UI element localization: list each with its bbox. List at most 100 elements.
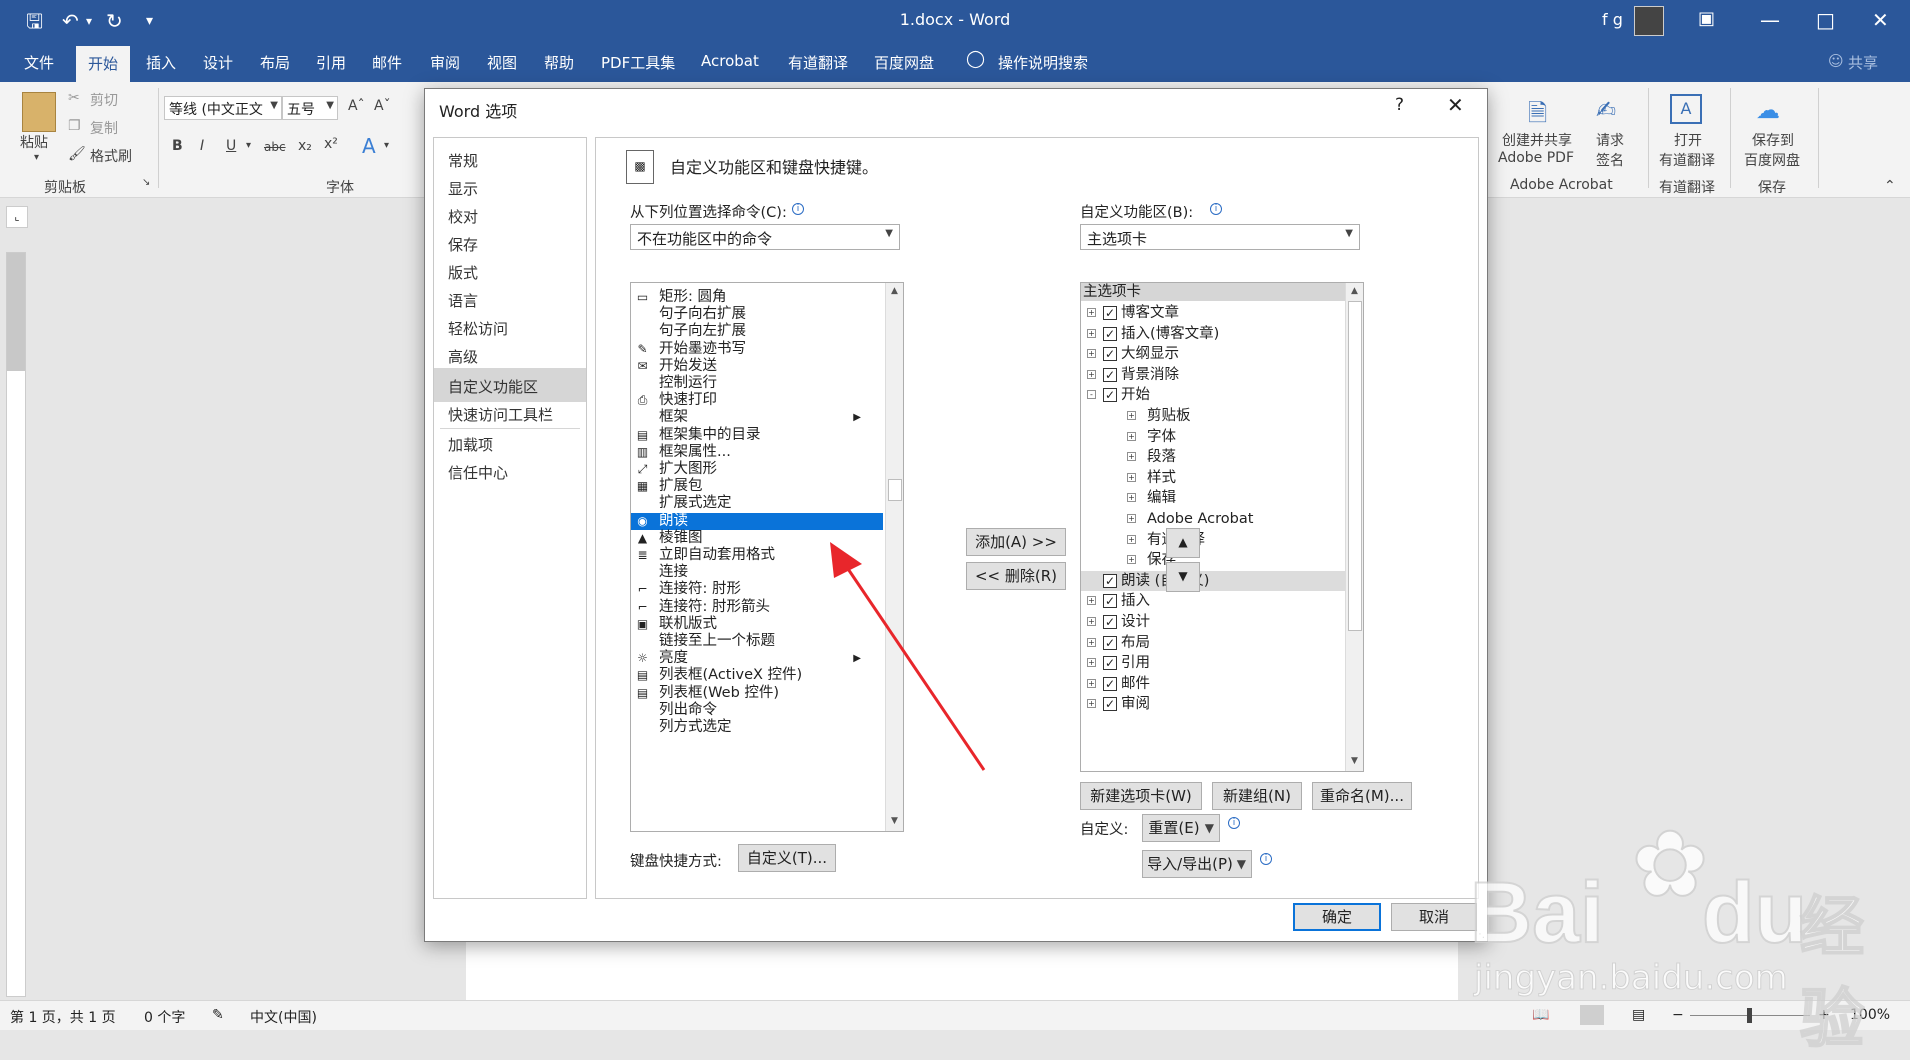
page-count[interactable]: 第 1 页，共 1 页 [10,1007,116,1027]
scroll-thumb[interactable] [1348,301,1362,631]
info-icon[interactable]: i [792,203,804,215]
import-export-dropdown[interactable]: 导入/导出(P) ▼ [1142,850,1252,878]
nav-item[interactable]: 高级 [434,338,586,372]
avatar[interactable] [1634,6,1664,36]
expand-icon[interactable]: + [1087,658,1096,668]
paste-label[interactable]: 粘贴 [20,132,48,152]
expand-icon[interactable]: + [1127,514,1136,523]
text-effects-dropdown-icon[interactable]: ▾ [384,140,389,151]
tree-item[interactable]: + ✓ 布局 [1081,633,1345,653]
format-painter-button[interactable]: 格式刷 [90,146,132,166]
tab-checkbox[interactable]: ✓ [1103,306,1117,320]
clipboard-launcher-icon[interactable]: ↘ [142,177,150,188]
dialog-close-icon[interactable]: ✕ [1447,93,1464,117]
cut-icon[interactable]: ✂ [68,90,80,106]
command-item[interactable]: 扩展式选定 [631,495,883,512]
grow-font-icon[interactable]: Aˆ [348,98,365,114]
expand-icon[interactable]: + [1087,699,1096,709]
expand-icon[interactable]: + [1087,678,1096,688]
cut-button[interactable]: 剪切 [90,90,118,110]
tab-checkbox[interactable]: ✓ [1103,697,1117,712]
tab-file[interactable]: 文件 [24,52,54,73]
underline-dropdown-icon[interactable]: ▾ [246,140,251,151]
subscript-icon[interactable]: x₂ [298,138,312,154]
tab-view[interactable]: 视图 [487,52,517,73]
proofing-icon[interactable]: ✎ [212,1007,224,1023]
rename-button[interactable]: 重命名(M)... [1312,782,1412,810]
ribbon-display-icon[interactable]: ▣ [1698,8,1715,29]
request-sign-icon[interactable]: ✍ [1596,96,1616,124]
tree-item[interactable]: + ✓ 邮件 [1081,674,1345,694]
expand-icon[interactable]: + [1127,555,1136,565]
tree-item[interactable]: + 样式 [1081,468,1345,488]
info-icon[interactable]: i [1210,203,1222,215]
baidu-pan-icon[interactable]: ☁ [1756,96,1780,124]
tree-item[interactable]: + ✓ 插入(博客文章) [1081,324,1345,344]
user-name[interactable]: f g [1602,10,1623,29]
tab-references[interactable]: 引用 [316,52,346,73]
format-painter-icon[interactable]: 🖌 [68,146,86,162]
zoom-slider-thumb[interactable] [1747,1008,1752,1023]
tree-item[interactable]: + ✓ 背景消除 [1081,365,1345,385]
word-count[interactable]: 0 个字 [144,1007,185,1027]
paste-icon[interactable] [22,92,56,132]
tab-baidu-pan[interactable]: 百度网盘 [874,52,934,73]
expand-icon[interactable]: + [1087,637,1096,647]
ok-button[interactable]: 确定 [1293,903,1381,931]
tab-checkbox[interactable]: ✓ [1103,676,1117,691]
request-sign-label-1[interactable]: 请求 [1596,130,1624,150]
expand-icon[interactable]: + [1127,452,1136,462]
command-item[interactable]: 控制运行 [631,375,883,392]
nav-item[interactable]: 快速访问工具栏 [434,396,586,430]
tell-me-search[interactable]: 操作说明搜索 [998,52,1088,73]
share-button[interactable]: 共享 [1848,52,1878,73]
info-icon[interactable]: i [1228,817,1240,829]
expand-icon[interactable]: + [1127,411,1136,420]
close-icon[interactable]: ✕ [1872,8,1889,32]
tab-checkbox[interactable]: ✓ [1103,388,1117,403]
nav-item[interactable]: 信任中心 [434,454,586,488]
tree-item[interactable]: + Adobe Acrobat [1081,509,1345,529]
reset-dropdown[interactable]: 重置(E) ▼ [1142,814,1220,842]
command-item[interactable]: ▤ 框架集中的目录 [631,427,883,444]
command-item[interactable]: ▥ 框架属性... [631,444,883,461]
tree-item[interactable]: + 段落 [1081,447,1345,467]
help-icon[interactable]: ? [1395,95,1404,115]
copy-button[interactable]: 复制 [90,118,118,138]
tab-layout[interactable]: 布局 [260,52,290,73]
underline-icon[interactable]: U [226,138,236,154]
move-up-button[interactable]: ▲ [1166,528,1200,558]
tab-checkbox[interactable]: ✓ [1103,635,1117,650]
tab-checkbox[interactable]: ✓ [1103,615,1117,629]
keyboard-customize-button[interactable]: 自定义(T)... [738,844,836,872]
tree-item[interactable]: + ✓ 插入 [1081,591,1345,611]
tree-header[interactable]: 主选项卡 [1081,283,1345,301]
expand-icon[interactable]: + [1127,431,1136,441]
tree-item[interactable]: + 编辑 [1081,488,1345,508]
tab-checkbox[interactable]: ✓ [1103,347,1117,362]
new-tab-button[interactable]: 新建选项卡(W) [1080,782,1202,810]
tab-insert[interactable]: 插入 [146,52,176,73]
save-baidu-label-1[interactable]: 保存到 [1752,130,1794,150]
expand-icon[interactable]: + [1087,617,1096,626]
command-item[interactable]: ⎙ 快速打印 [631,392,883,409]
expand-icon[interactable]: + [1127,493,1136,503]
command-item[interactable]: ▭ 矩形: 圆角 [631,289,883,306]
tree-item[interactable]: + ✓ 审阅 [1081,694,1345,714]
copy-icon[interactable]: ❐ [68,118,81,134]
tree-item[interactable]: + ✓ 博客文章 [1081,303,1345,323]
move-down-button[interactable]: ▼ [1166,562,1200,592]
command-item[interactable]: ✎ 开始墨迹书写 [631,341,883,358]
font-size-combo[interactable]: 五号 ▼ [282,96,338,120]
user-icon[interactable]: ☺ [1828,52,1844,70]
tab-acrobat[interactable]: Acrobat [701,52,759,70]
tree-scrollbar[interactable]: ▲ ▼ [1345,283,1363,771]
tree-item[interactable]: + 字体 [1081,427,1345,447]
minimize-icon[interactable]: — [1760,8,1780,32]
tab-checkbox[interactable]: ✓ [1103,367,1117,382]
tab-checkbox[interactable]: ✓ [1103,573,1117,588]
create-pdf-label-1[interactable]: 创建并共享 [1502,130,1572,150]
tree-item[interactable]: - ✓ 开始 [1081,385,1345,405]
new-group-button[interactable]: 新建组(N) [1212,782,1302,810]
shrink-font-icon[interactable]: Aˇ [374,98,391,114]
